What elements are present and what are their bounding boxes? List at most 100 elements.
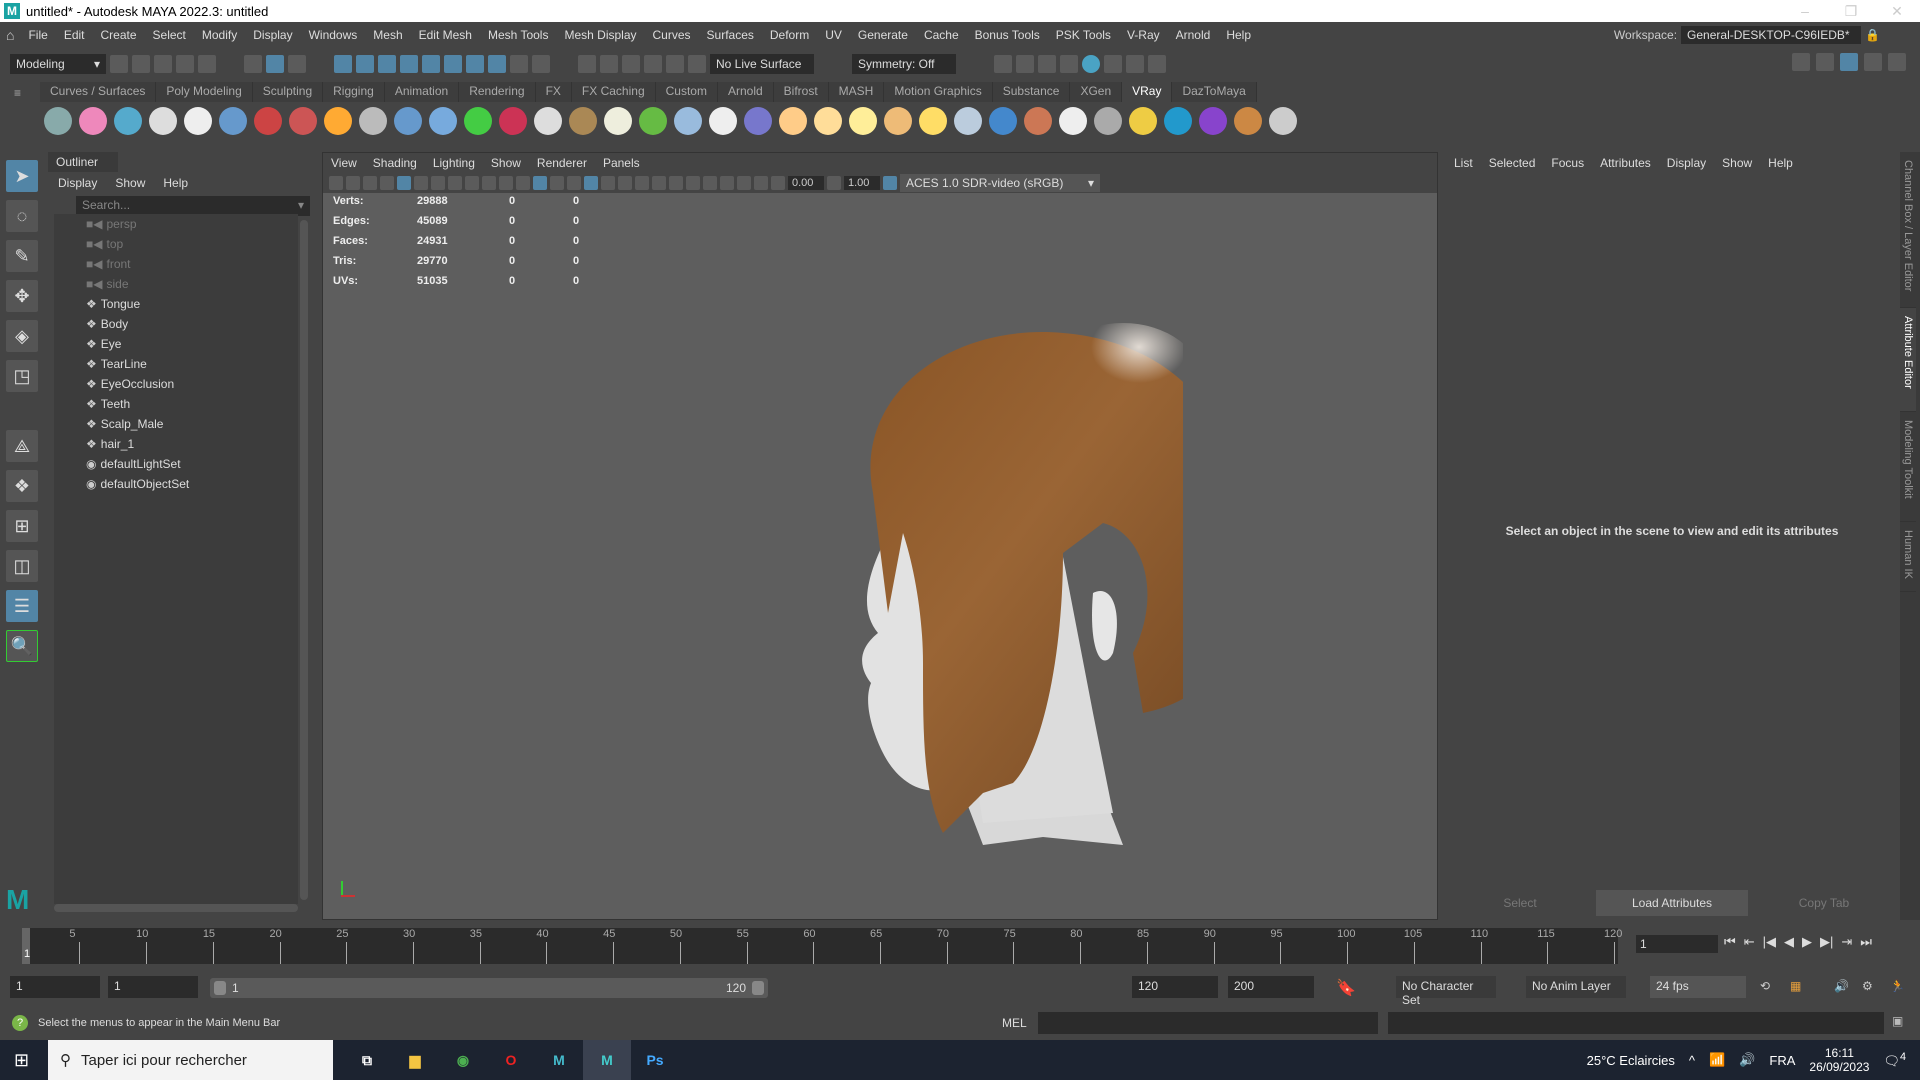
history-output-icon[interactable] bbox=[600, 55, 618, 73]
menu-select[interactable]: Select bbox=[145, 28, 194, 42]
character-set-dropdown[interactable]: No Character Set bbox=[1396, 976, 1496, 1007]
shelf-tool-icon[interactable] bbox=[1129, 107, 1157, 135]
outliner-item[interactable]: ■◀ front bbox=[54, 254, 298, 274]
exposure-icon[interactable] bbox=[771, 176, 785, 190]
outliner-menu-show[interactable]: Show bbox=[115, 176, 145, 190]
search-dropdown-icon[interactable]: ▾ bbox=[298, 198, 304, 214]
menu-bonus-tools[interactable]: Bonus Tools bbox=[967, 28, 1048, 42]
opera-icon[interactable]: O bbox=[487, 1040, 535, 1080]
auto-key-icon[interactable]: 🔖 bbox=[1336, 978, 1356, 998]
menu-generate[interactable]: Generate bbox=[850, 28, 916, 42]
highlight-selection-icon[interactable] bbox=[532, 55, 550, 73]
move-tool-icon[interactable]: ✥ bbox=[6, 280, 38, 312]
snap-vertex-icon[interactable] bbox=[444, 55, 462, 73]
shelf-tab-animation[interactable]: Animation bbox=[384, 82, 460, 102]
outliner-item[interactable]: ❖ Tongue bbox=[54, 294, 298, 314]
viewport-menu-view[interactable]: View bbox=[331, 156, 357, 170]
shelf-tool-icon[interactable] bbox=[1199, 107, 1227, 135]
outliner-item[interactable]: ■◀ persp bbox=[54, 214, 298, 234]
render-setup-icon[interactable] bbox=[1104, 55, 1122, 73]
grid-icon[interactable] bbox=[397, 176, 411, 190]
shelf-tool-icon[interactable] bbox=[569, 107, 597, 135]
anim-layer-dropdown[interactable]: No Anim Layer bbox=[1526, 976, 1626, 998]
maya-active-app-icon[interactable]: M bbox=[583, 1040, 631, 1080]
two-view-layout-icon[interactable]: ◫ bbox=[6, 550, 38, 582]
playback-button[interactable]: ◀ bbox=[1784, 934, 1794, 950]
fps-dropdown[interactable]: 24 fps bbox=[1650, 976, 1746, 998]
chrome-icon[interactable]: ◉ bbox=[439, 1040, 487, 1080]
shelf-tool-icon[interactable] bbox=[744, 107, 772, 135]
outliner-vertical-scrollbar[interactable] bbox=[300, 220, 308, 900]
snap-grid-icon[interactable] bbox=[334, 55, 352, 73]
ipr-render-icon[interactable] bbox=[1038, 55, 1056, 73]
wireframe-icon[interactable] bbox=[516, 176, 530, 190]
outliner-item[interactable]: ■◀ top bbox=[54, 234, 298, 254]
network-icon[interactable]: 📶 bbox=[1709, 1052, 1725, 1068]
shelf-tool-icon[interactable] bbox=[919, 107, 947, 135]
outliner-item[interactable]: ■◀ side bbox=[54, 274, 298, 294]
shelf-tool-icon[interactable] bbox=[849, 107, 877, 135]
loop-icon[interactable]: ⟲ bbox=[1760, 979, 1770, 993]
scale-tool-icon[interactable]: ◳ bbox=[6, 360, 38, 392]
viewport-panel[interactable]: View Shading Lighting Show Renderer Panels 0.… bbox=[322, 152, 1438, 920]
outliner-item[interactable]: ❖ EyeOcclusion bbox=[54, 374, 298, 394]
menu-edit-mesh[interactable]: Edit Mesh bbox=[411, 28, 480, 42]
smooth-shade-icon[interactable] bbox=[533, 176, 547, 190]
close-button[interactable]: ✕ bbox=[1874, 0, 1920, 22]
xray-joints-icon[interactable] bbox=[737, 176, 751, 190]
home-icon[interactable]: ⌂ bbox=[0, 27, 20, 43]
depth-of-field-icon[interactable] bbox=[686, 176, 700, 190]
menu-psk-tools[interactable]: PSK Tools bbox=[1048, 28, 1119, 42]
viewport-menu-lighting[interactable]: Lighting bbox=[433, 156, 475, 170]
menu-mesh-tools[interactable]: Mesh Tools bbox=[480, 28, 556, 42]
use-all-lights-icon[interactable] bbox=[601, 176, 615, 190]
hypershade-icon[interactable] bbox=[1082, 55, 1100, 73]
shelf-tool-icon[interactable] bbox=[1059, 107, 1087, 135]
tab-channel-box[interactable]: Channel Box / Layer Editor bbox=[1900, 152, 1916, 308]
shadows-icon[interactable] bbox=[618, 176, 632, 190]
shelf-tab-vray[interactable]: VRay bbox=[1122, 82, 1173, 102]
pivot-icon[interactable] bbox=[688, 55, 706, 73]
current-frame-field[interactable]: 1 bbox=[1636, 935, 1718, 953]
snap-curve-icon[interactable] bbox=[356, 55, 374, 73]
minimize-button[interactable]: – bbox=[1782, 0, 1828, 22]
shelf-tool-icon[interactable] bbox=[394, 107, 422, 135]
render-view-icon[interactable] bbox=[994, 55, 1012, 73]
shelf-tab-substance[interactable]: Substance bbox=[992, 82, 1071, 102]
four-view-layout-icon[interactable]: ⊞ bbox=[6, 510, 38, 542]
xray-active-icon[interactable] bbox=[754, 176, 768, 190]
select-camera-icon[interactable] bbox=[329, 176, 343, 190]
search-tool-icon[interactable]: 🔍 bbox=[6, 630, 38, 662]
shelf-tool-icon[interactable] bbox=[814, 107, 842, 135]
shelf-tab-arnold[interactable]: Arnold bbox=[717, 82, 774, 102]
workspace-dropdown[interactable]: General-DESKTOP-C96IEDB* bbox=[1681, 26, 1862, 44]
menu-surfaces[interactable]: Surfaces bbox=[699, 28, 762, 42]
select-hierarchy-icon[interactable] bbox=[244, 55, 262, 73]
shelf-tool-icon[interactable] bbox=[534, 107, 562, 135]
windows-start-icon[interactable]: ⊞ bbox=[14, 1050, 29, 1071]
shelf-tab-curves-surfaces[interactable]: Curves / Surfaces bbox=[40, 82, 157, 102]
attribute-menu-focus[interactable]: Focus bbox=[1551, 156, 1584, 170]
camera-attributes-icon[interactable] bbox=[346, 176, 360, 190]
viewport-menu-panels[interactable]: Panels bbox=[603, 156, 640, 170]
human-ik-toggle-icon[interactable] bbox=[1816, 53, 1834, 71]
lock-icon[interactable]: 🔒 bbox=[1865, 28, 1880, 42]
shelf-tool-icon[interactable] bbox=[499, 107, 527, 135]
menu-display[interactable]: Display bbox=[245, 28, 300, 42]
snap-view-plane-icon[interactable] bbox=[400, 55, 418, 73]
outliner-item[interactable]: ❖ hair_1 bbox=[54, 434, 298, 454]
symmetry-dropdown[interactable]: Symmetry: Off bbox=[852, 54, 956, 74]
channel-box-toggle-icon[interactable] bbox=[1888, 53, 1906, 71]
tab-modeling-toolkit[interactable]: Modeling Toolkit bbox=[1900, 412, 1916, 522]
script-editor-icon[interactable]: ▣ bbox=[1892, 1014, 1903, 1028]
outliner-horizontal-scrollbar[interactable] bbox=[54, 904, 298, 912]
paint-select-tool-icon[interactable]: ✎ bbox=[6, 240, 38, 272]
undo-icon[interactable] bbox=[176, 55, 194, 73]
shelf-tool-icon[interactable] bbox=[709, 107, 737, 135]
menu-file[interactable]: File bbox=[20, 28, 55, 42]
shelf-tab-daztomaya[interactable]: DazToMaya bbox=[1172, 82, 1257, 102]
menu-mesh-display[interactable]: Mesh Display bbox=[556, 28, 644, 42]
shelf-tool-icon[interactable] bbox=[359, 107, 387, 135]
default-material-icon[interactable] bbox=[567, 176, 581, 190]
outliner-item[interactable]: ❖ Eye bbox=[54, 334, 298, 354]
